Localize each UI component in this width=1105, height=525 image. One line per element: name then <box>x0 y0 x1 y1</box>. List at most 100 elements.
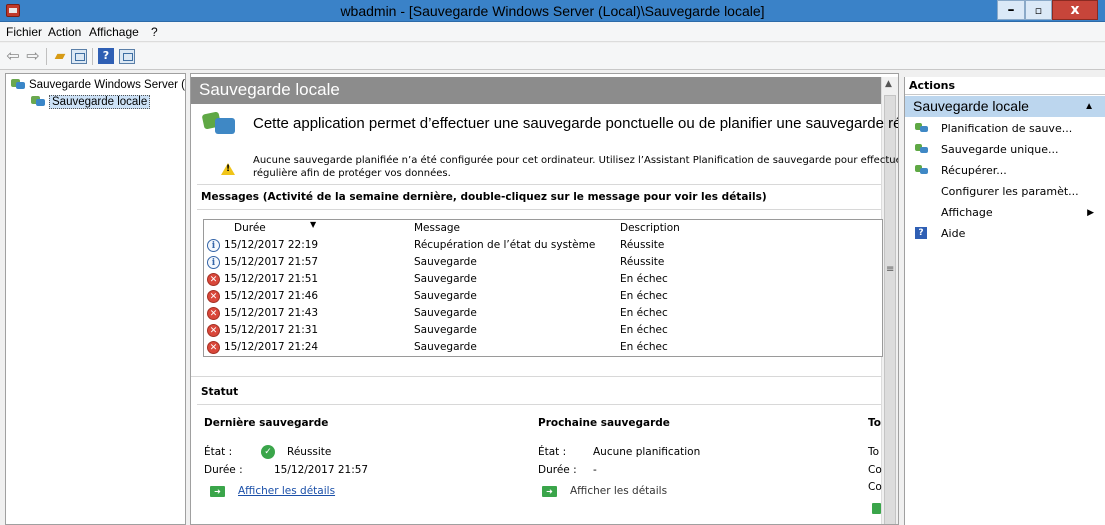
total-line-2: Co <box>868 464 882 476</box>
tree-item-label: Sauvegarde Windows Server (Local) <box>29 79 185 91</box>
error-icon: ✕ <box>207 290 220 303</box>
scroll-grip-icon: ≡ <box>886 264 895 275</box>
tree-item-sauvegarde-locale[interactable]: Sauvegarde locale <box>30 94 151 109</box>
divider <box>191 376 881 377</box>
console-tree: Sauvegarde Windows Server (Local) Sauveg… <box>5 73 186 525</box>
action-item-label: Configurer les paramèt... <box>941 185 1079 198</box>
toolbar-separator <box>92 48 93 65</box>
center-pane: Sauvegarde locale ▲ ≡ Cette application … <box>190 73 899 525</box>
action-item[interactable]: Affichage ▶ <box>905 203 1105 223</box>
back-arrow-icon[interactable]: ⇦ <box>4 47 22 65</box>
action-item[interactable]: Configurer les paramèt... <box>905 182 1105 202</box>
column-header-description[interactable]: Description <box>620 222 680 234</box>
next-duree-value: - <box>593 464 597 476</box>
cell-description: En échec <box>620 341 668 353</box>
scroll-up-icon[interactable]: ▲ <box>885 79 892 89</box>
action-item[interactable]: ? Aide <box>905 224 1105 244</box>
cell-duree: 15/12/2017 21:24 <box>224 341 319 353</box>
menu-action[interactable]: Action <box>48 25 81 39</box>
actions-group-label: Sauvegarde locale <box>913 98 1029 114</box>
collapse-caret-icon[interactable]: ▲ <box>1084 96 1094 117</box>
view-details-arrow-icon[interactable] <box>872 503 881 514</box>
action-item[interactable]: Sauvegarde unique... <box>905 140 1105 160</box>
minimize-button[interactable]: – <box>997 0 1025 20</box>
action-item-label: Récupérer... <box>941 164 1007 177</box>
total-line-1: To <box>868 446 880 458</box>
success-icon: ✓ <box>261 445 275 459</box>
cell-duree: 15/12/2017 22:19 <box>224 239 319 251</box>
menu-affichage[interactable]: Affichage <box>89 25 139 39</box>
cell-description: En échec <box>620 273 668 285</box>
pane-title: Sauvegarde locale <box>199 80 340 99</box>
last-etat-value: Réussite <box>287 446 332 458</box>
next-view-details-link[interactable]: Afficher les détails <box>570 485 667 497</box>
total-line-3: Co <box>868 481 882 493</box>
table-row[interactable]: i 15/12/2017 21:57 Sauvegarde Réussite <box>204 254 882 271</box>
windows-backup-icon <box>203 108 237 138</box>
backup-once-icon <box>915 143 929 155</box>
recover-icon <box>915 164 929 176</box>
close-button[interactable]: x <box>1052 0 1098 20</box>
cell-description: En échec <box>620 324 668 336</box>
table-row[interactable]: ✕ 15/12/2017 21:46 Sauvegarde En échec <box>204 288 882 305</box>
list-header: Durée ▼ Message Description <box>204 220 882 237</box>
column-header-duree[interactable]: Durée <box>234 222 266 234</box>
column-header-message[interactable]: Message <box>414 222 460 234</box>
help-icon[interactable]: ? <box>98 48 114 64</box>
error-icon: ✕ <box>207 341 220 354</box>
messages-list[interactable]: Durée ▼ Message Description i 15/12/2017 … <box>203 219 883 357</box>
tree-item-label: Sauvegarde locale <box>49 95 151 109</box>
cell-description: Réussite <box>620 256 665 268</box>
cell-message: Récupération de l’état du système <box>414 239 596 251</box>
table-row[interactable]: ✕ 15/12/2017 21:31 Sauvegarde En échec <box>204 322 882 339</box>
action-item-label: Sauvegarde unique... <box>941 143 1059 156</box>
cell-message: Sauvegarde <box>414 324 477 336</box>
vertical-scrollbar[interactable]: ▲ ≡ <box>881 77 898 524</box>
table-row[interactable]: i 15/12/2017 22:19 Récupération de l’état … <box>204 237 882 254</box>
action-pane-icon[interactable] <box>119 49 135 64</box>
submenu-arrow-icon: ▶ <box>1087 208 1094 218</box>
action-item-label: Planification de sauve... <box>941 122 1073 135</box>
tree-item-root[interactable]: Sauvegarde Windows Server (Local) <box>10 77 185 91</box>
table-row[interactable]: ✕ 15/12/2017 21:24 Sauvegarde En échec <box>204 339 882 356</box>
cell-duree: 15/12/2017 21:46 <box>224 290 319 302</box>
action-item[interactable]: Planification de sauve... <box>905 119 1105 139</box>
next-etat-label: État : <box>538 446 567 458</box>
action-item-label: Affichage <box>941 206 993 219</box>
maximize-button[interactable]: ▫ <box>1025 0 1052 20</box>
window-title: wbadmin - [Sauvegarde Windows Server (Lo… <box>340 3 765 19</box>
cell-message: Sauvegarde <box>414 273 477 285</box>
error-icon: ✕ <box>207 307 220 320</box>
view-details-arrow-icon[interactable]: ➜ <box>542 486 557 497</box>
action-item[interactable]: Récupérer... <box>905 161 1105 181</box>
cell-duree: 15/12/2017 21:57 <box>224 256 319 268</box>
show-hide-tree-icon[interactable] <box>71 49 87 64</box>
cell-duree: 15/12/2017 21:43 <box>224 307 319 319</box>
toolbar: ⇦ ⇨ ▰ ? <box>0 43 1105 70</box>
error-icon: ✕ <box>207 273 220 286</box>
title-bar[interactable]: wbadmin - [Sauvegarde Windows Server (Lo… <box>0 0 1105 22</box>
actions-title: Actions <box>905 77 1105 95</box>
toolbar-separator <box>46 48 47 65</box>
cell-message: Sauvegarde <box>414 256 477 268</box>
actions-pane: Actions Sauvegarde locale ▲ Planificatio… <box>904 77 1105 525</box>
menu-fichier[interactable]: Fichier <box>6 25 42 39</box>
last-duree-value: 15/12/2017 21:57 <box>274 464 369 476</box>
warning-text: Aucune sauvegarde planifiée n’a été conf… <box>253 154 898 180</box>
table-row[interactable]: ✕ 15/12/2017 21:43 Sauvegarde En échec <box>204 305 882 322</box>
table-row[interactable]: ✕ 15/12/2017 21:51 Sauvegarde En échec <box>204 271 882 288</box>
warning-line: régulière afin de protéger vos données. <box>253 168 451 179</box>
last-view-details-link[interactable]: Afficher les détails <box>238 485 335 497</box>
view-details-arrow-icon[interactable]: ➜ <box>210 486 225 497</box>
forward-arrow-icon[interactable]: ⇨ <box>24 47 42 65</box>
divider <box>197 404 881 405</box>
info-icon: i <box>207 239 220 252</box>
menu-help[interactable]: ? <box>151 25 158 39</box>
cell-message: Sauvegarde <box>414 290 477 302</box>
actions-group-header[interactable]: Sauvegarde locale ▲ <box>905 96 1105 117</box>
table-row[interactable] <box>204 356 883 357</box>
divider <box>197 184 881 185</box>
up-folder-icon[interactable]: ▰ <box>51 47 69 65</box>
total-backup-title: To <box>868 417 881 429</box>
backup-icon <box>30 94 46 107</box>
